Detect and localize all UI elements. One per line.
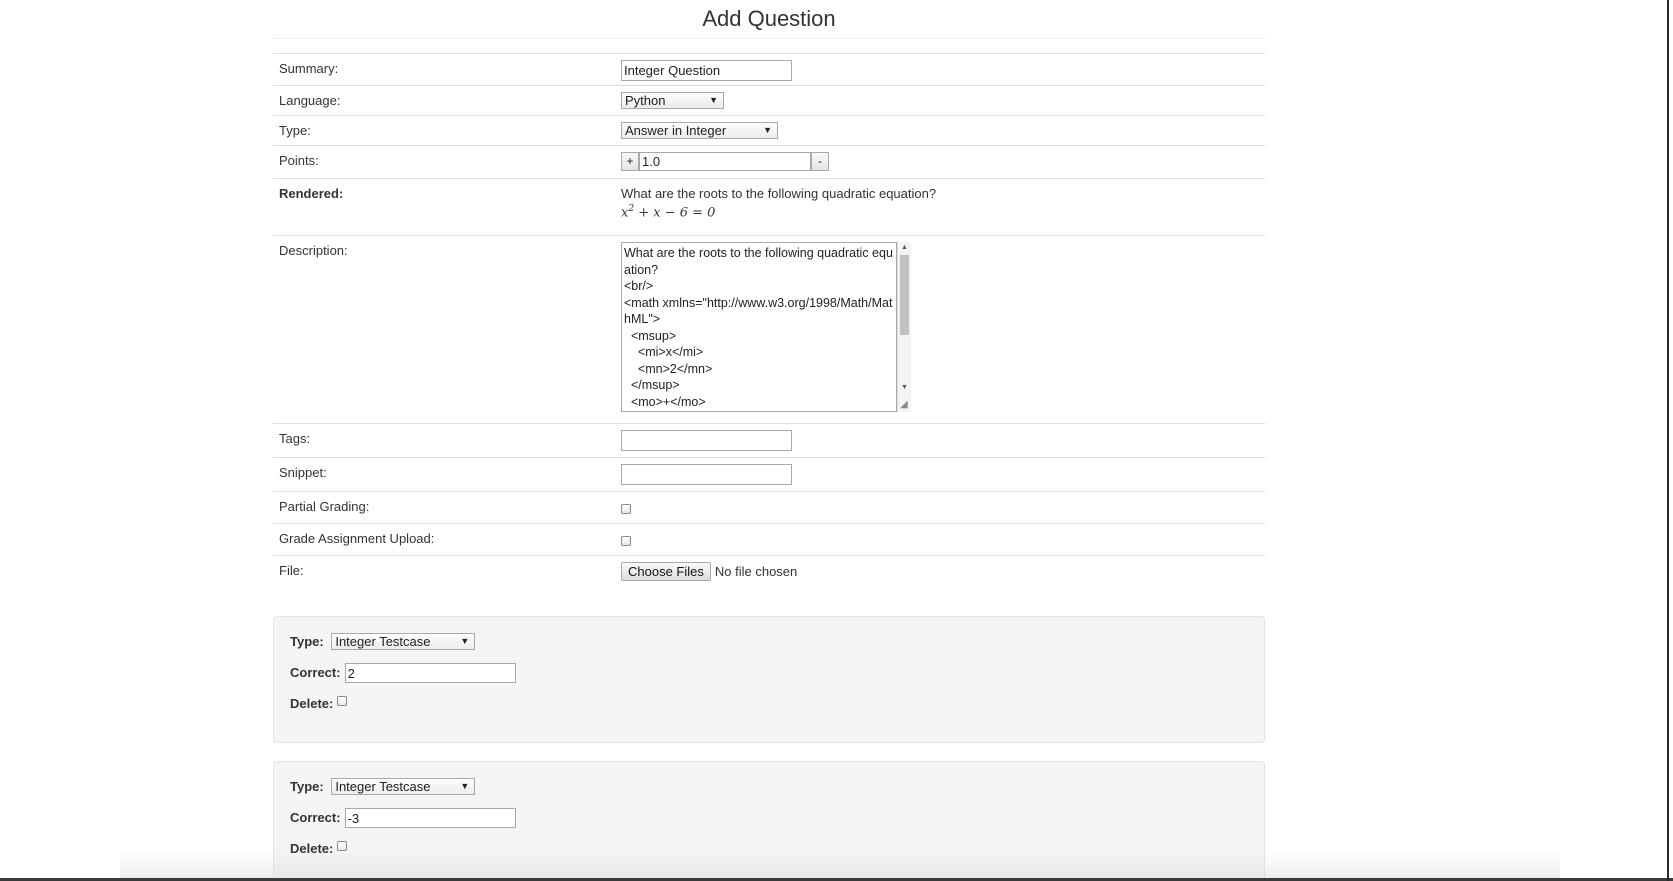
description-scrollbar[interactable]: ▲ ▼: [897, 242, 911, 412]
window-right-border: [1667, 0, 1669, 881]
scroll-up-icon[interactable]: ▲: [898, 242, 911, 254]
snippet-input[interactable]: [621, 464, 792, 485]
testcase-delete-row: Delete:: [290, 839, 1248, 859]
type-selected-value: Answer in Integer: [625, 123, 727, 138]
description-label: Description:: [273, 235, 615, 424]
file-status-text: No file chosen: [714, 564, 798, 579]
partial-grading-checkbox[interactable]: [621, 503, 631, 514]
testcase-type-selected-value: Integer Testcase: [335, 779, 431, 794]
testcase-correct-row: Correct: 2: [290, 663, 1248, 683]
testcase-delete-label: Delete:: [290, 841, 334, 856]
language-select[interactable]: Python ▼: [621, 92, 724, 109]
points-input[interactable]: 1.0: [639, 152, 811, 171]
testcase-type-label: Type:: [290, 634, 324, 649]
rendered-row: Rendered: What are the roots to the foll…: [273, 178, 1265, 236]
page-title: Add Question: [273, 0, 1265, 39]
grade-assignment-upload-row: Grade Assignment Upload:: [273, 523, 1265, 556]
summary-label: Summary:: [273, 53, 615, 86]
testcase-type-select[interactable]: Integer Testcase ▼: [331, 633, 476, 650]
type-label: Type:: [273, 115, 615, 146]
testcase-correct-label: Correct:: [290, 810, 341, 825]
snippet-row: Snippet:: [273, 457, 1265, 492]
equation-rest: + x − 6 = 0: [634, 205, 716, 221]
testcase-delete-checkbox[interactable]: [337, 696, 348, 707]
testcase-type-row: Type: Integer Testcase ▼: [290, 777, 1248, 797]
scroll-thumb[interactable]: [900, 255, 909, 335]
description-row: Description: What are the roots to the f…: [273, 235, 1265, 424]
points-increment-button[interactable]: +: [621, 152, 639, 171]
testcase-delete-row: Delete:: [290, 694, 1248, 714]
chevron-down-icon: ▼: [460, 781, 470, 791]
tags-input[interactable]: [621, 430, 792, 451]
file-row: File: Choose Files No file chosen: [273, 555, 1265, 592]
chevron-down-icon: ▼: [763, 125, 772, 135]
grade-assignment-upload-checkbox[interactable]: [621, 535, 631, 546]
points-label: Points:: [273, 145, 615, 179]
testcase-delete-label: Delete:: [290, 696, 334, 711]
description-textarea[interactable]: What are the roots to the following quad…: [621, 242, 897, 412]
rendered-label: Rendered:: [273, 178, 615, 236]
testcase-correct-row: Correct: -3: [290, 808, 1248, 828]
chevron-down-icon: ▼: [709, 95, 718, 105]
testcase-type-row: Type: Integer Testcase ▼: [290, 632, 1248, 652]
testcase-type-select[interactable]: Integer Testcase ▼: [331, 778, 476, 795]
rendered-equation: x2 + x − 6 = 0: [621, 204, 1259, 220]
description-textarea-wrap: What are the roots to the following quad…: [621, 242, 911, 412]
form-container: Add Question Summary: Integer Question L…: [273, 0, 1265, 592]
summary-row: Summary: Integer Question: [273, 53, 1265, 86]
choose-files-button[interactable]: Choose Files: [621, 562, 711, 581]
rendered-text: What are the roots to the following quad…: [621, 186, 937, 201]
file-label: File:: [273, 555, 615, 592]
testcase-delete-checkbox[interactable]: [337, 841, 348, 852]
partial-grading-row: Partial Grading:: [273, 491, 1265, 524]
language-row: Language: Python ▼: [273, 85, 1265, 116]
testcase-type-selected-value: Integer Testcase: [335, 634, 431, 649]
testcase-panel: Type: Integer Testcase ▼ Correct: 2 Delet…: [273, 616, 1265, 743]
question-form-table: Summary: Integer Question Language: Pyth…: [273, 53, 1265, 592]
partial-grading-label: Partial Grading:: [273, 491, 615, 524]
grade-assignment-upload-label: Grade Assignment Upload:: [273, 523, 615, 556]
tags-label: Tags:: [273, 423, 615, 458]
language-selected-value: Python: [625, 93, 666, 108]
points-decrement-button[interactable]: -: [811, 152, 829, 171]
testcase-correct-label: Correct:: [290, 665, 341, 680]
type-select[interactable]: Answer in Integer ▼: [621, 122, 778, 139]
testcase-correct-input[interactable]: 2: [344, 663, 516, 683]
tags-row: Tags:: [273, 423, 1265, 458]
testcase-panel: Type: Integer Testcase ▼ Correct: -3 Dele…: [273, 761, 1265, 881]
summary-input[interactable]: Integer Question: [621, 60, 792, 81]
add-question-page: Add Question Summary: Integer Question L…: [0, 0, 1673, 881]
resize-grip-icon[interactable]: ◢: [900, 399, 908, 410]
scroll-down-icon[interactable]: ▼: [898, 382, 911, 394]
chevron-down-icon: ▼: [460, 636, 470, 646]
testcase-type-label: Type:: [290, 779, 324, 794]
testcase-correct-input[interactable]: -3: [344, 808, 516, 828]
language-label: Language:: [273, 85, 615, 116]
type-row: Type: Answer in Integer ▼: [273, 115, 1265, 146]
points-row: Points: +1.0-: [273, 145, 1265, 179]
snippet-label: Snippet:: [273, 457, 615, 492]
